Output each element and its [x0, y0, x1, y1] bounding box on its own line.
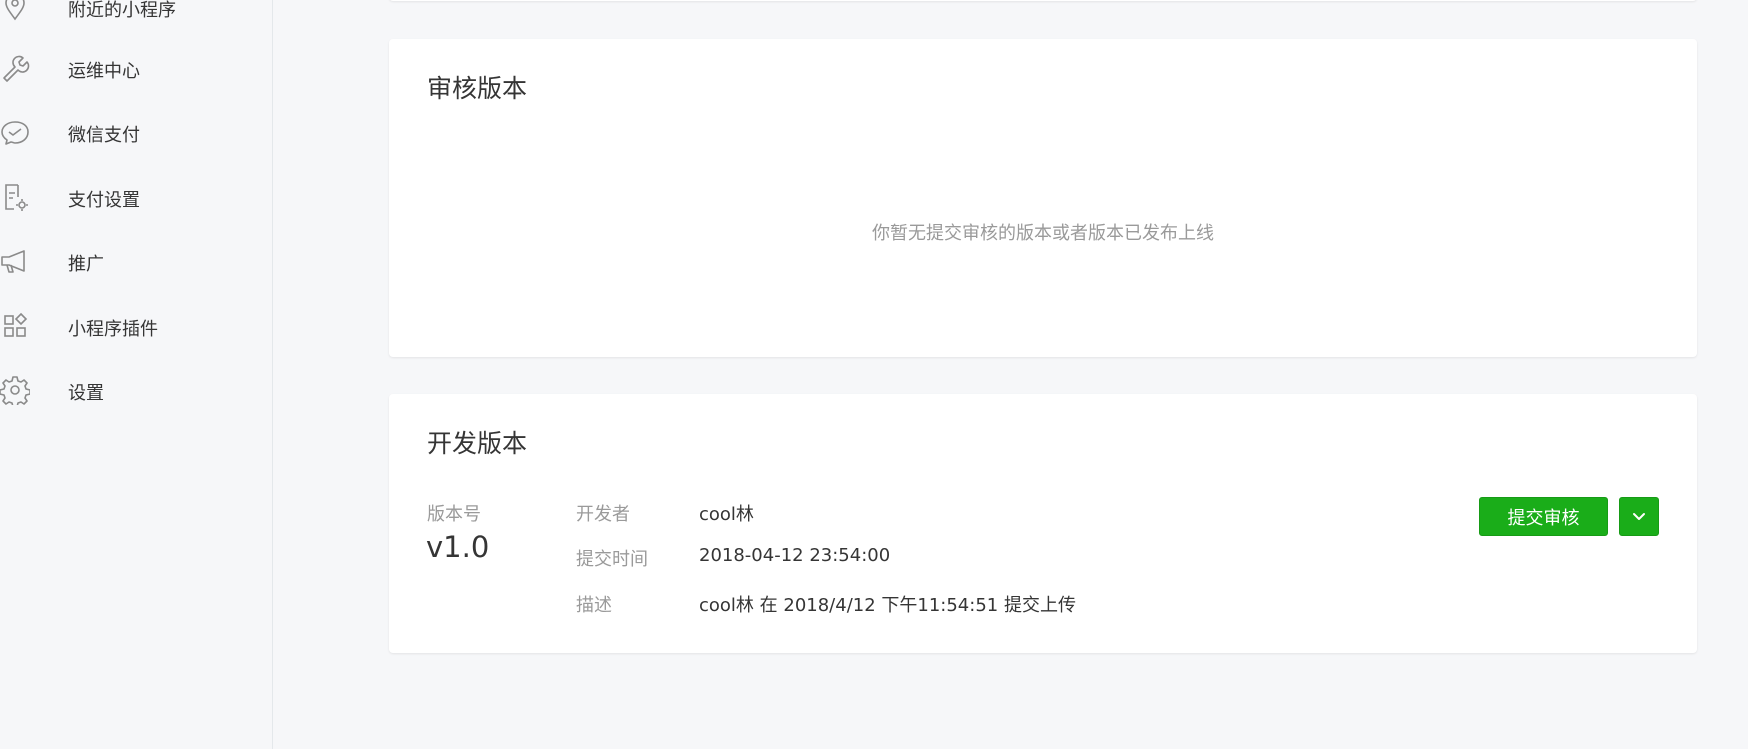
sidebar-item-label: 设置 — [68, 383, 104, 404]
sidebar-item-ops-center[interactable]: 运维中心 — [0, 47, 272, 87]
previous-section-card — [389, 0, 1697, 1]
review-version-card: 审核版本 你暂无提交审核的版本或者版本已发布上线 — [389, 39, 1697, 357]
payment-settings-icon — [0, 182, 30, 212]
sidebar-item-label: 小程序插件 — [68, 319, 158, 340]
submit-time-label: 提交时间 — [576, 549, 648, 570]
sidebar-item-label: 附近的小程序 — [68, 0, 176, 21]
review-version-title: 审核版本 — [427, 74, 528, 103]
sidebar-item-payment-settings[interactable]: 支付设置 — [0, 176, 272, 216]
gear-icon — [0, 375, 30, 405]
chevron-down-icon — [1632, 507, 1646, 526]
dev-version-card: 开发版本 版本号 v1.0 开发者 cool林 提交时间 2018-04-12 … — [389, 394, 1697, 653]
submit-review-button[interactable]: 提交审核 — [1479, 497, 1608, 536]
dev-version-title: 开发版本 — [427, 429, 528, 458]
wechat-pay-icon — [0, 117, 30, 147]
sidebar-item-label: 微信支付 — [68, 125, 140, 146]
review-empty-text: 你暂无提交审核的版本或者版本已发布上线 — [872, 223, 1214, 244]
sidebar-item-nearby-miniprogram[interactable]: 附近的小程序 — [0, 0, 272, 26]
more-options-dropdown-button[interactable] — [1619, 497, 1659, 536]
location-pin-icon — [0, 0, 30, 22]
developer-value: cool林 — [699, 504, 754, 525]
sidebar-item-label: 支付设置 — [68, 190, 140, 211]
version-number-label: 版本号 — [427, 504, 481, 525]
megaphone-icon — [0, 246, 30, 276]
description-label: 描述 — [576, 595, 612, 616]
sidebar-item-wechat-pay[interactable]: 微信支付 — [0, 111, 272, 151]
sidebar-item-settings[interactable]: 设置 — [0, 369, 272, 409]
wrench-icon — [0, 53, 30, 83]
sidebar-item-plugins[interactable]: 小程序插件 — [0, 305, 272, 345]
plugin-grid-icon — [0, 311, 30, 341]
version-number: v1.0 — [426, 530, 490, 564]
sidebar-nav: 附近的小程序 运维中心 微信支付 支付设置 推广 小程序插件 设置 — [0, 0, 273, 749]
description-value: cool林 在 2018/4/12 下午11:54:51 提交上传 — [699, 595, 1076, 616]
sidebar-item-label: 推广 — [68, 254, 104, 275]
sidebar-item-promotion[interactable]: 推广 — [0, 240, 272, 280]
submit-time-value: 2018-04-12 23:54:00 — [699, 545, 891, 566]
sidebar-item-label: 运维中心 — [68, 61, 140, 82]
developer-label: 开发者 — [576, 504, 630, 525]
